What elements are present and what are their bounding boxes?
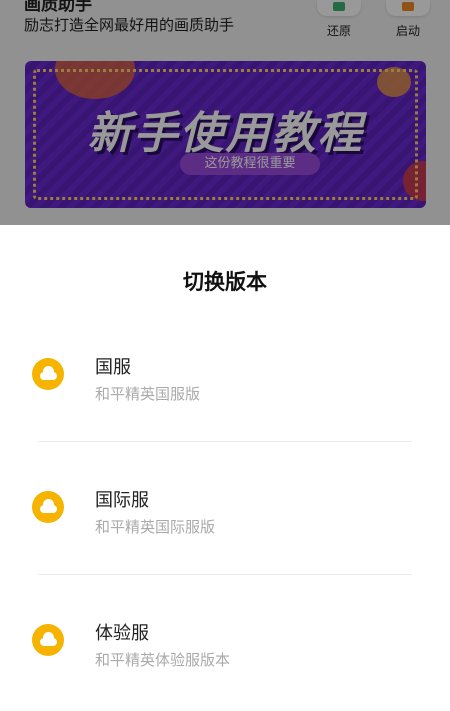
divider (38, 574, 412, 575)
cloud-icon (32, 358, 64, 390)
version-switch-sheet: 切换版本 国服 和平精英国服版 国际服 和平精英国际服版 体验服 和平精英体验服… (0, 225, 450, 669)
cloud-icon (32, 624, 64, 656)
cloud-icon (32, 491, 64, 523)
option-name: 国服 (95, 357, 131, 378)
option-desc: 和平精英国际服版 (95, 518, 216, 536)
sheet-title: 切换版本 (183, 270, 267, 294)
option-name: 体验服 (95, 623, 149, 644)
option-intl-server[interactable]: 国际服 和平精英国际服版 (0, 486, 450, 578)
option-desc: 和平精英体验服版本 (95, 651, 231, 669)
divider (38, 441, 412, 442)
option-name: 国际服 (95, 490, 149, 511)
option-beta-server[interactable]: 体验服 和平精英体验服版本 (0, 619, 450, 711)
option-cn-server[interactable]: 国服 和平精英国服版 (0, 353, 450, 445)
option-desc: 和平精英国服版 (95, 385, 201, 403)
